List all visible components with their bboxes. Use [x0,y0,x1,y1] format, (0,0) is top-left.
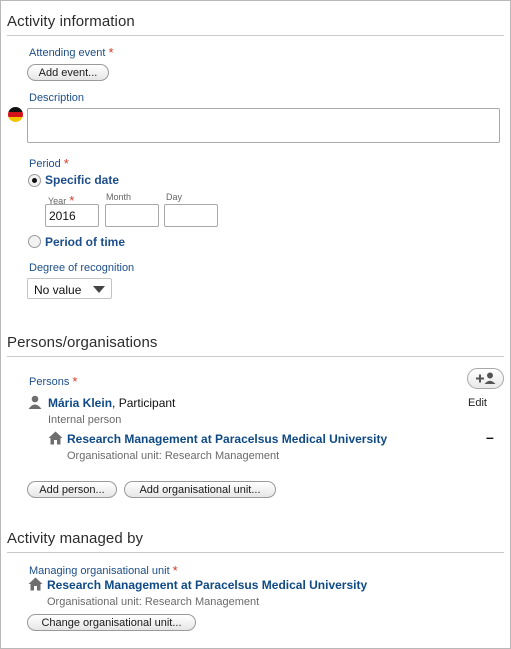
period-of-time-radio[interactable] [28,235,41,248]
german-flag-icon[interactable] [8,107,23,122]
section-divider [7,552,504,553]
house-icon [28,577,43,591]
month-input[interactable] [105,204,159,227]
attending-event-label: Attending event * [29,45,114,60]
year-input[interactable]: 2016 [45,204,99,227]
section-divider [7,35,504,36]
recognition-select[interactable]: No value [27,278,112,299]
org-link[interactable]: Research Management at Paracelsus Medica… [67,432,387,446]
add-person-icon[interactable] [467,368,504,389]
day-input[interactable] [164,204,218,227]
month-label: Month [106,192,132,202]
edit-link[interactable]: Edit [468,397,487,409]
person-type: Internal person [48,414,122,426]
persons-label: Persons * [29,374,78,389]
person-role: , Participant [112,396,176,410]
add-org-button[interactable]: Add organisational unit... [124,481,276,498]
specific-date-radio[interactable] [28,174,41,187]
add-person-button[interactable]: Add person... [27,481,117,498]
org-detail: Organisational unit: Research Management [67,450,280,462]
section-title-persons: Persons/organisations [7,334,158,351]
required-marker: * [63,156,69,171]
add-event-button[interactable]: Add event... [27,64,109,81]
managing-unit-label: Managing organisational unit * [29,563,178,578]
required-marker: * [172,563,178,578]
person-icon [28,395,42,409]
required-marker: * [72,374,78,389]
period-label: Period * [29,156,69,171]
person-name-link[interactable]: Mária Klein [48,396,112,410]
managing-org-link[interactable]: Research Management at Paracelsus Medica… [47,578,367,592]
recognition-value: No value [34,283,82,297]
chevron-down-icon [93,286,105,293]
description-textarea[interactable] [27,108,500,143]
remove-org-button[interactable]: – [486,429,494,445]
required-marker: * [108,45,114,60]
change-org-button[interactable]: Change organisational unit... [27,614,196,631]
person-entry: Mária Klein, Participant [48,396,175,410]
specific-date-label[interactable]: Specific date [45,173,119,187]
period-of-time-label[interactable]: Period of time [45,235,125,249]
section-divider [7,356,504,357]
recognition-label: Degree of recognition [29,262,135,274]
house-icon [48,431,63,445]
section-title-activity: Activity information [7,13,135,30]
description-label: Description [29,92,85,104]
day-label: Day [166,192,183,202]
managing-org-detail: Organisational unit: Research Management [47,596,260,608]
section-title-managed: Activity managed by [7,530,144,547]
